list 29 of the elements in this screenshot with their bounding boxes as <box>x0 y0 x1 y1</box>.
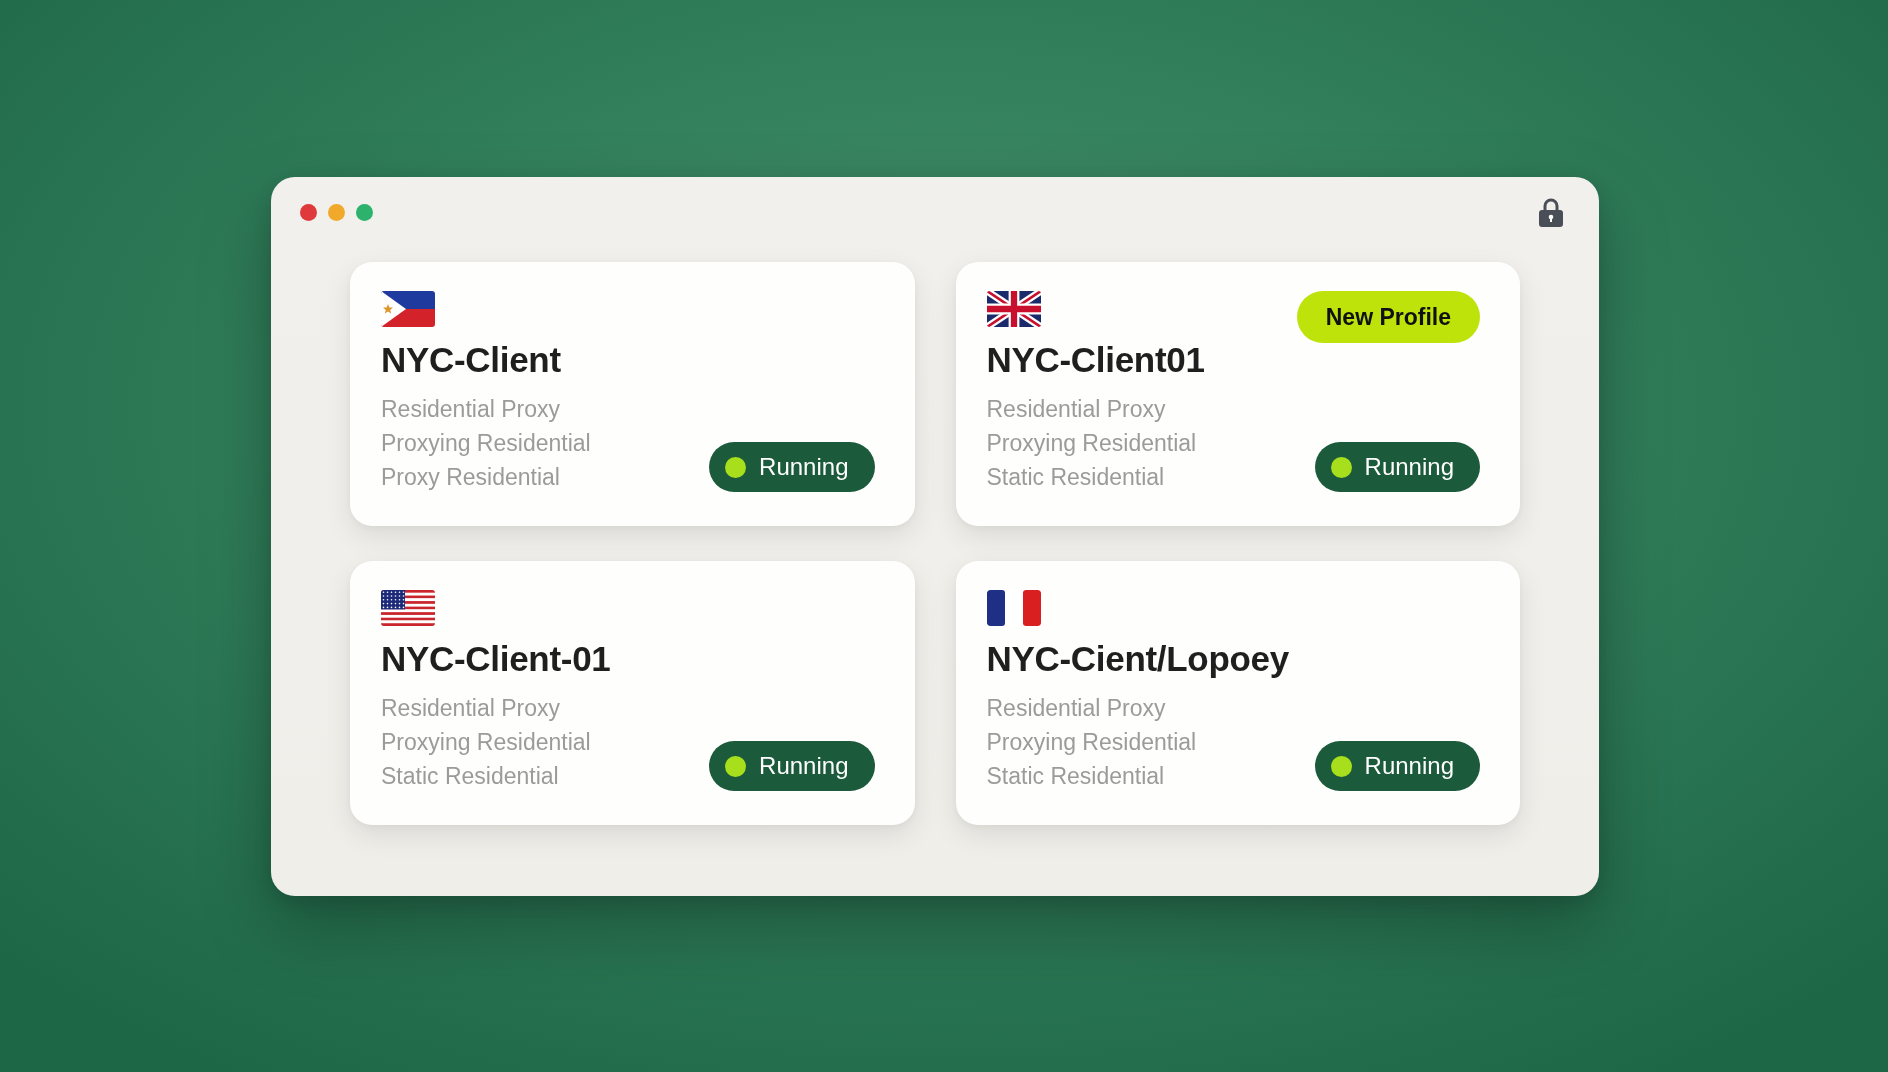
profile-name: NYC-Client-01 <box>381 638 611 680</box>
minimize-dot-icon[interactable] <box>328 203 345 221</box>
profile-name: NYC-Client01 <box>986 339 1205 381</box>
status-text: Running <box>759 453 849 481</box>
proxy-type-text: Static Residential <box>986 762 1166 791</box>
status-dot-icon <box>1330 755 1352 777</box>
new-profile-badge: New Profile <box>1296 291 1480 343</box>
proxy-type-text: Residential Proxy <box>986 694 1167 723</box>
zoom-dot-icon[interactable] <box>356 203 373 221</box>
proxy-type-text: Proxying Residential <box>986 429 1197 458</box>
status-dot-icon <box>725 755 747 777</box>
proxy-type-text: Residential Proxy <box>381 694 561 723</box>
status-dot-icon <box>725 456 747 478</box>
status-text: Running <box>1364 752 1454 780</box>
close-dot-icon[interactable] <box>300 203 317 221</box>
status-dot-icon <box>1330 456 1352 478</box>
proxy-type-text: Static Residential <box>986 463 1166 492</box>
status-text: Running <box>1364 453 1454 481</box>
proxy-type-text: Proxying Residential <box>381 728 591 757</box>
proxy-type-text: Residential Proxy <box>986 395 1167 424</box>
profile-name: NYC-Cient/Lopoey <box>986 638 1289 680</box>
status-text: Running <box>759 752 849 780</box>
profile-name: NYC-Client <box>381 339 561 381</box>
lock-icon <box>1539 197 1563 227</box>
proxy-type-text: Proxying Residential <box>986 728 1197 757</box>
proxy-type-text: Static Residential <box>381 762 560 791</box>
proxy-type-text: Proxy Residential <box>381 463 561 492</box>
proxy-type-text: Residential Proxy <box>381 395 561 424</box>
proxy-type-text: Proxying Residential <box>381 429 591 458</box>
